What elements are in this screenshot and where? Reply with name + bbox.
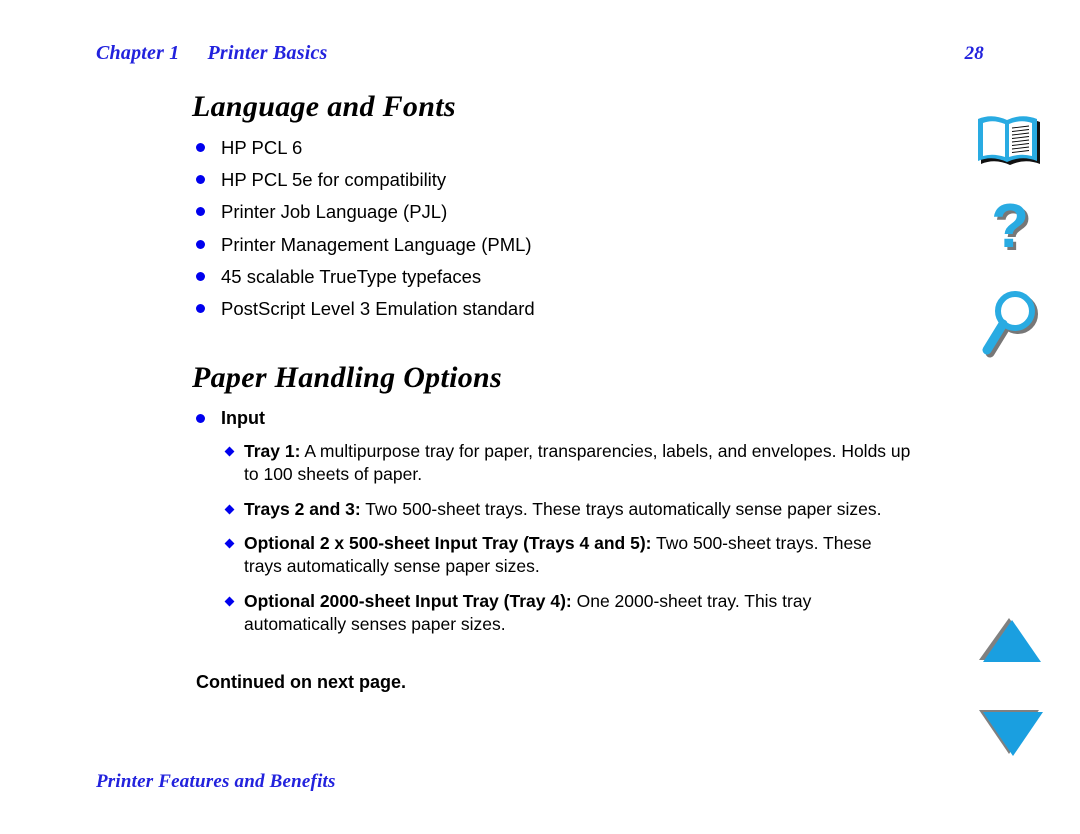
paper-handling-options-block: Input Tray 1: A multipurpose tray for pa… <box>196 408 916 647</box>
list-item-label: Printer Management Language (PML) <box>221 233 532 255</box>
continued-on-next-page-note: Continued on next page. <box>196 672 406 692</box>
tray-entry-description: Two 500-sheet trays. These trays automat… <box>360 498 882 519</box>
list-item-label: PostScript Level 3 Emulation standard <box>221 297 535 319</box>
tray-entry: Tray 1: A multipurpose tray for paper, t… <box>244 440 912 486</box>
tray-entry-term: Tray 1: <box>244 441 301 461</box>
input-group-heading: Input <box>196 408 916 429</box>
list-item: PostScript Level 3 Emulation standard <box>196 297 896 321</box>
list-item: Trays 2 and 3: Two 500-sheet trays. Thes… <box>224 498 916 521</box>
tray-entry: Optional 2000-sheet Input Tray (Tray 4):… <box>244 590 912 636</box>
question-mark-icon[interactable]: ? ? <box>973 192 1049 268</box>
tray-entry-term: Optional 2 x 500-sheet Input Tray (Trays… <box>244 533 652 554</box>
book-icon[interactable] <box>973 112 1049 176</box>
list-item: HP PCL 5e for compatibility <box>196 168 896 192</box>
list-item: Printer Management Language (PML) <box>196 233 896 257</box>
header-chapter-label: Chapter 1 <box>96 42 180 64</box>
dot-bullet-icon <box>196 414 205 423</box>
dot-bullet-icon <box>196 271 205 281</box>
list-item: Printer Job Language (PJL) <box>196 200 896 224</box>
running-header: Chapter 1 Printer Basics 28 <box>96 42 984 65</box>
input-tray-list: Tray 1: A multipurpose tray for paper, t… <box>224 440 916 636</box>
list-item-label: 45 scalable TrueType typefaces <box>221 265 482 287</box>
navigation-icon-rail: ? ? <box>955 0 1065 834</box>
list-item-label: HP PCL 5e for compatibility <box>221 169 447 191</box>
list-item: Optional 2 x 500-sheet Input Tray (Trays… <box>224 532 916 578</box>
tray-entry: Trays 2 and 3: Two 500-sheet trays. Thes… <box>244 498 881 521</box>
dot-bullet-icon <box>196 303 205 313</box>
tray-entry-term: Optional 2000-sheet Input Tray (Tray 4): <box>244 590 572 611</box>
language-and-fonts-list: HP PCL 6 HP PCL 5e for compatibility Pri… <box>196 136 896 329</box>
list-item: Tray 1: A multipurpose tray for paper, t… <box>224 440 916 486</box>
svg-text:?: ? <box>991 192 1029 261</box>
dot-bullet-icon <box>196 143 205 152</box>
diamond-bullet-icon <box>224 596 235 607</box>
section-heading-paper-handling-options: Paper Handling Options <box>192 361 502 394</box>
magnifier-icon[interactable] <box>973 288 1049 364</box>
list-item: Optional 2000-sheet Input Tray (Tray 4):… <box>224 590 916 636</box>
triangle-down-icon[interactable] <box>973 704 1049 760</box>
dot-bullet-icon <box>196 207 205 217</box>
diamond-bullet-icon <box>224 538 235 549</box>
triangle-up-icon[interactable] <box>973 614 1049 666</box>
dot-bullet-icon <box>196 239 205 249</box>
tray-entry: Optional 2 x 500-sheet Input Tray (Trays… <box>244 532 912 578</box>
tray-entry-term: Trays 2 and 3: <box>244 498 361 519</box>
header-chapter-title: Printer Basics <box>207 42 328 64</box>
diamond-bullet-icon <box>224 504 235 514</box>
section-heading-language-and-fonts: Language and Fonts <box>192 90 456 123</box>
diamond-bullet-icon <box>224 446 235 457</box>
list-item-label: Printer Job Language (PJL) <box>221 201 448 223</box>
tray-entry-description: A multipurpose tray for paper, transpare… <box>244 441 911 484</box>
list-item-label: HP PCL 6 <box>221 137 303 158</box>
list-item: 45 scalable TrueType typefaces <box>196 265 896 289</box>
dot-bullet-icon <box>196 175 205 185</box>
input-group-label: Input <box>221 408 265 428</box>
list-item: HP PCL 6 <box>196 136 896 160</box>
running-footer: Printer Features and Benefits <box>96 771 336 792</box>
document-page: Chapter 1 Printer Basics 28 Language and… <box>0 0 1080 834</box>
